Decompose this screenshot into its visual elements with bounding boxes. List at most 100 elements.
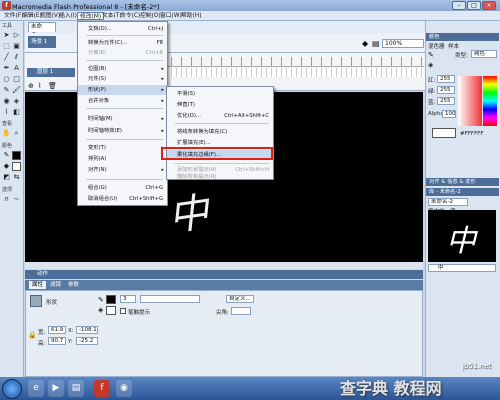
frame-strip[interactable] xyxy=(152,68,424,77)
line-icon[interactable]: ╱ xyxy=(2,53,11,62)
color-panel-header[interactable]: 颜色 xyxy=(426,33,499,41)
snap-magnet-icon[interactable]: ∩ xyxy=(2,195,11,204)
color-type-select[interactable]: 纯色 xyxy=(471,50,497,58)
taskbar-ie-icon[interactable]: e xyxy=(28,380,44,397)
stage-character[interactable]: 中 xyxy=(164,179,212,242)
menu-item-remove-all-hints[interactable]: 删除所有提示(R) xyxy=(167,173,273,181)
hand-icon[interactable]: ✋ xyxy=(2,129,11,138)
library-panel-header[interactable]: 库 - 未命名-2 xyxy=(426,188,499,196)
library-doc-select[interactable]: 未命名-2 xyxy=(428,198,468,206)
ink-bottle-icon[interactable]: ◉ xyxy=(2,97,11,106)
zoom-select[interactable]: 100% xyxy=(382,39,424,48)
edit-symbols-icon[interactable]: ◆ xyxy=(362,39,368,48)
menu-help[interactable]: 帮助(H) xyxy=(179,12,203,20)
menu-insert[interactable]: 插入(I) xyxy=(57,12,79,20)
library-item[interactable]: 中 xyxy=(428,264,496,272)
tab-filters[interactable]: 滤镜 xyxy=(47,281,64,289)
zoom-icon[interactable]: ⌕ xyxy=(12,129,21,138)
eraser-icon[interactable]: ◧ xyxy=(12,108,21,117)
lasso-icon[interactable]: ℓ xyxy=(12,53,21,62)
width-field[interactable]: 61.9 xyxy=(48,326,66,334)
arrow-icon[interactable]: ➤ xyxy=(2,31,11,40)
eyedropper-icon[interactable]: ⌇ xyxy=(2,108,11,117)
stroke-hint-checkbox[interactable] xyxy=(120,308,126,314)
menu-item-straighten[interactable]: 伸直(T) xyxy=(167,100,273,110)
fill-swatch[interactable] xyxy=(106,306,116,315)
pencil-icon[interactable]: ✎ xyxy=(2,86,11,95)
taskbar-flash-icon[interactable]: f xyxy=(94,380,110,397)
menu-item-symbol[interactable]: 元件(S) ▸ xyxy=(78,74,167,84)
fill-color-icon[interactable]: ◆ xyxy=(2,162,11,171)
close-icon[interactable]: × xyxy=(482,1,496,10)
red-field[interactable]: 255 xyxy=(437,75,455,83)
menu-item-shape[interactable]: 形状(P) ▸ xyxy=(78,85,167,95)
mixer-fill-icon[interactable]: ◈ xyxy=(428,61,433,69)
menu-item-align[interactable]: 对齐(N) ▸ xyxy=(78,165,167,175)
text-icon[interactable]: A xyxy=(12,64,21,73)
brush-icon[interactable]: 🖌 xyxy=(12,86,21,95)
menu-item-convert-symbol[interactable]: 转换为元件(C)... F8 xyxy=(78,38,167,48)
add-guide-layer-icon[interactable]: ⌇ xyxy=(38,82,41,90)
tab-properties[interactable]: 属性 xyxy=(29,281,47,289)
menu-item-combine-objects[interactable]: 合并对象 ▸ xyxy=(78,96,167,106)
rect-icon[interactable]: □ xyxy=(12,75,21,84)
fill-color-swatch[interactable] xyxy=(12,162,21,171)
start-button[interactable] xyxy=(2,379,22,399)
swap-colors-icon[interactable]: ⇆ xyxy=(12,173,21,182)
oval-icon[interactable]: ○ xyxy=(2,75,11,84)
black-white-icon[interactable]: ◩ xyxy=(2,173,11,182)
tab-parameters[interactable]: 参数 xyxy=(65,281,82,289)
color-gradient-picker[interactable] xyxy=(458,76,482,126)
stroke-color-icon[interactable]: ✎ xyxy=(2,151,11,160)
color-spectrum-bar[interactable] xyxy=(483,76,497,126)
tab-swatches[interactable]: 样本 xyxy=(448,42,459,50)
document-tab[interactable]: 未命名-2* xyxy=(28,22,56,39)
minimize-icon[interactable]: – xyxy=(452,1,466,10)
frame-ruler[interactable] xyxy=(152,57,424,67)
x-field[interactable]: -108.1 xyxy=(76,326,98,334)
paint-bucket-icon[interactable]: ◈ xyxy=(12,97,21,106)
taskbar-app-icon[interactable]: ◉ xyxy=(116,380,132,397)
stroke-style-select[interactable] xyxy=(140,295,200,303)
stroke-swatch[interactable] xyxy=(106,295,116,304)
menu-item-break-apart[interactable]: 分离(K) Ctrl+B xyxy=(78,48,167,58)
cap-field[interactable] xyxy=(231,307,251,315)
lock-icon[interactable]: 🔒 xyxy=(28,331,37,339)
menu-item-lines-to-fills[interactable]: 将线条转换为填充(C) xyxy=(167,127,273,137)
menu-item-document[interactable]: 文档(D)... Ctrl+J xyxy=(78,24,167,34)
menu-item-arrange[interactable]: 排列(A) ▸ xyxy=(78,154,167,164)
custom-button[interactable]: 自定义... xyxy=(226,295,254,303)
layer-row[interactable]: 图层 1 xyxy=(27,68,75,77)
maximize-icon[interactable]: □ xyxy=(467,1,481,10)
taskbar-media-icon[interactable]: ▶ xyxy=(48,380,64,397)
blue-field[interactable]: 255 xyxy=(437,97,455,105)
stroke-width-field[interactable]: 3 xyxy=(120,295,136,303)
tab-mixer[interactable]: 混色器 xyxy=(428,42,445,50)
mixer-stroke-icon[interactable]: ✎ xyxy=(428,51,434,59)
color-hex-value[interactable]: #FFFFFF xyxy=(460,131,484,137)
menu-item-group[interactable]: 组合(G) Ctrl+G xyxy=(78,183,167,193)
smooth-icon[interactable]: ∼ xyxy=(12,195,21,204)
align-panel-header[interactable]: 对齐 & 信息 & 变形 xyxy=(426,178,499,186)
alpha-field[interactable]: 100% xyxy=(442,110,456,118)
scene-button[interactable]: 场景 1 xyxy=(28,36,56,48)
horizontal-scrollbar[interactable] xyxy=(25,262,423,269)
green-field[interactable]: 255 xyxy=(437,86,455,94)
menu-item-optimize[interactable]: 优化(O)... Ctrl+Alt+Shift+C xyxy=(167,111,273,121)
edit-scene-icon[interactable]: ▤ xyxy=(372,39,380,48)
actions-panel-header[interactable]: 动作 xyxy=(25,270,423,279)
menu-item-timeline[interactable]: 时间轴(M) ▸ xyxy=(78,114,167,124)
free-transform-icon[interactable]: ⬚ xyxy=(2,42,11,51)
menu-item-ungroup[interactable]: 取消组合(U) Ctrl+Shift+G xyxy=(78,194,167,204)
taskbar-folder-icon[interactable]: ▤ xyxy=(68,380,84,397)
height-field[interactable]: 90.7 xyxy=(48,337,66,345)
fill-transform-icon[interactable]: ▣ xyxy=(12,42,21,51)
menu-item-timeline-effects[interactable]: 时间轴特效(E) ▸ xyxy=(78,126,167,136)
pen-icon[interactable]: ✒ xyxy=(2,64,11,73)
menu-item-smooth[interactable]: 平滑(S) xyxy=(167,89,273,99)
y-field[interactable]: -25.2 xyxy=(76,337,98,345)
add-layer-icon[interactable]: ⊕ xyxy=(28,82,34,90)
subselect-icon[interactable]: ▷ xyxy=(12,31,21,40)
menu-item-bitmap[interactable]: 位图(B) ▸ xyxy=(78,64,167,74)
stroke-color-swatch[interactable] xyxy=(12,151,21,160)
